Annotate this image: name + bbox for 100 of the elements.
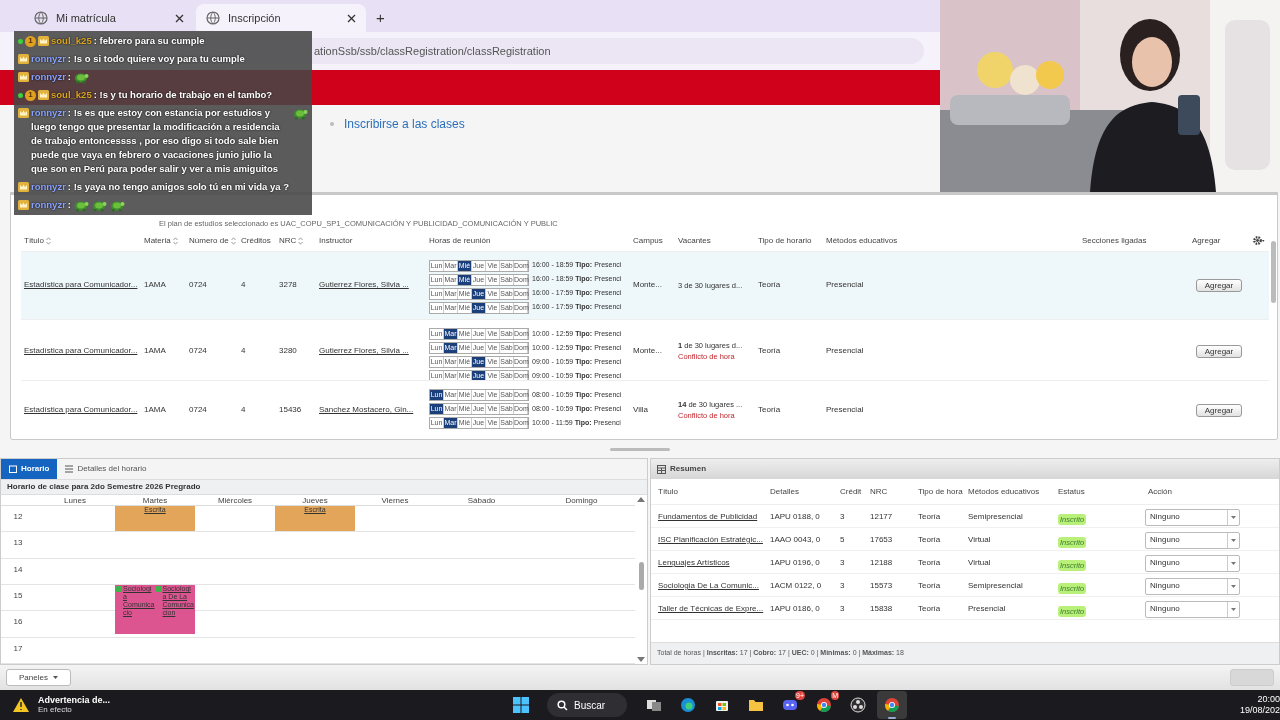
chat-message: ronnyzr :	[31, 70, 71, 84]
column-header[interactable]: Secciones ligadas	[1082, 234, 1147, 247]
hour-label: 16	[12, 616, 24, 629]
instructor-link[interactable]: Gutierrez Flores, Silvia ...	[316, 279, 426, 292]
column-header[interactable]: Campus	[633, 234, 663, 247]
hour-label: 17	[12, 642, 24, 655]
hour-label: 13	[12, 537, 24, 550]
table-cell-text: Teoría	[757, 345, 782, 358]
crown-icon	[18, 108, 29, 118]
action-select[interactable]: Ninguno	[1145, 554, 1240, 572]
table-cell-text: Teoría	[917, 534, 942, 546]
column-header[interactable]: Créditos	[241, 234, 271, 247]
action-select[interactable]: Ninguno	[1145, 508, 1240, 526]
table-cell-text: 0724	[188, 345, 208, 358]
table-cell-text: 0724	[188, 279, 208, 292]
column-header[interactable]: Vacantes	[678, 234, 711, 247]
globe-icon	[34, 11, 48, 25]
add-button[interactable]: Agregar	[1195, 278, 1243, 292]
table-cell-text: 3280	[278, 345, 298, 358]
course-title-link[interactable]: Estadística para Comunicador...	[21, 279, 141, 292]
column-header[interactable]: Número de	[189, 234, 229, 247]
weekday-header: Domingo	[564, 495, 599, 506]
course-title-link[interactable]: ISC Planificación Estratégic...	[655, 534, 767, 546]
action-select[interactable]: Ninguno	[1145, 600, 1240, 618]
action-select[interactable]: Ninguno	[1145, 531, 1240, 549]
column-header[interactable]: Instructor	[319, 234, 353, 247]
course-title-link[interactable]: Estadística para Comunicador...	[21, 404, 141, 417]
column-header[interactable]: Horas de reunión	[429, 234, 491, 247]
column-header[interactable]: Métodos educativos	[826, 234, 898, 247]
schedule-tab[interactable]: Horario	[1, 459, 58, 479]
column-header: Crédit	[839, 485, 863, 498]
course-title-link[interactable]: Taller de Técnicas de Expre...	[655, 603, 767, 615]
add-button[interactable]: Agregar	[1195, 344, 1243, 358]
instructor-link[interactable]: Sanchez Mostacero, Gin...	[316, 404, 426, 417]
browser-tab[interactable]: Mi matrícula	[24, 4, 194, 32]
settings-icon[interactable]	[1252, 235, 1265, 247]
hour-label: 15	[12, 590, 24, 602]
table-cell-text: 3	[839, 603, 846, 615]
warning-icon[interactable]	[12, 697, 30, 713]
breadcrumb-link[interactable]: Inscribirse a las clases	[344, 114, 465, 133]
table-cell-text: Teoría	[757, 404, 782, 417]
edge-browser-icon[interactable]	[680, 697, 696, 713]
table-cell-text: 12177	[869, 511, 894, 523]
course-title-link[interactable]: Fundamentos de Publicidad	[655, 511, 767, 523]
taskbar-search[interactable]: Buscar	[547, 693, 627, 717]
browser-icon[interactable]	[816, 697, 832, 713]
close-icon[interactable]	[175, 13, 184, 23]
notification-title: Advertencia de...	[38, 695, 111, 705]
notification-subtitle: En efecto	[38, 705, 73, 715]
schedule-tab[interactable]: Detalles del horario	[57, 459, 155, 479]
column-header: Título	[657, 485, 679, 498]
task-view-icon[interactable]	[646, 697, 662, 713]
folder-icon[interactable]	[748, 697, 764, 713]
crown-icon	[18, 200, 29, 210]
new-tab-button[interactable]: +	[368, 4, 393, 32]
sort-icon	[172, 236, 178, 245]
table-cell-text: 4	[240, 404, 247, 417]
panels-button[interactable]: Paneles	[6, 669, 71, 686]
add-button[interactable]: Agregar	[1195, 403, 1243, 417]
table-cell-text: 15838	[869, 603, 894, 615]
column-header[interactable]: Tipo de horario	[758, 234, 812, 247]
table-cell-text: Semipresencial	[967, 580, 1024, 592]
course-title-link[interactable]: Sociologia De La Comunic...	[655, 580, 767, 592]
browser-tab[interactable]: Inscripción	[196, 4, 366, 32]
column-header[interactable]: Agregar	[1192, 234, 1221, 247]
course-title-link[interactable]: Lenguajes Artísticos	[655, 557, 767, 569]
weekday-header: Miércoles	[216, 495, 254, 506]
table-cell-text: 3	[839, 557, 846, 569]
table-cell-text: 0724	[188, 404, 208, 417]
table-cell-text: Presencial	[967, 603, 1007, 615]
browser-icon[interactable]	[884, 697, 900, 713]
search-icon	[557, 699, 568, 711]
dropdown-caret-icon	[1231, 607, 1236, 611]
close-icon[interactable]	[347, 13, 356, 23]
scrollbar[interactable]	[635, 495, 647, 664]
game-controller-icon[interactable]	[782, 697, 798, 713]
column-header[interactable]: Materia	[144, 234, 171, 247]
taskbar-app[interactable]	[877, 691, 907, 719]
table-cell-text: 1AMA	[143, 404, 167, 417]
action-select[interactable]: Ninguno	[1145, 577, 1240, 595]
splitter-handle[interactable]	[610, 447, 670, 451]
instructor-link[interactable]: Gutierrez Flores, Silvia ...	[316, 345, 426, 358]
course-title-link[interactable]: Estadística para Comunicador...	[21, 345, 141, 358]
column-header: Acción	[1147, 485, 1173, 498]
coin-badge: 1	[25, 89, 36, 101]
column-header[interactable]: Título	[24, 234, 44, 247]
column-header[interactable]: NRC	[279, 234, 297, 247]
calendar-icon	[9, 465, 17, 473]
crown-icon	[38, 36, 49, 46]
table-cell-text: 1AMA	[143, 345, 167, 358]
dropdown-caret-icon	[1231, 584, 1236, 588]
table-cell-text: 3278	[278, 279, 298, 292]
weekday-header: Lunes	[63, 495, 87, 506]
table-cell-text: 15436	[278, 404, 303, 417]
table-cell-text: Presencial	[825, 404, 865, 417]
column-header: Métodos educativos	[967, 485, 1041, 498]
table-cell-text: Teoría	[917, 603, 942, 615]
sort-icon	[46, 236, 51, 245]
windows-start-icon[interactable]	[513, 697, 529, 713]
recorder-icon[interactable]	[850, 697, 866, 713]
